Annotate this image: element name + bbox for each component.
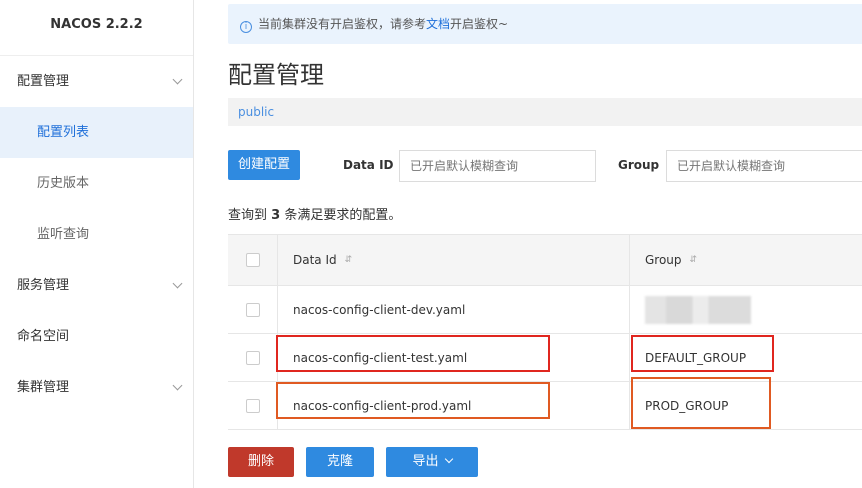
sidebar-item-label: 历史版本 xyxy=(37,176,90,191)
namespace-bar: public xyxy=(228,98,862,126)
header-group[interactable]: Group ⇵ xyxy=(630,235,862,285)
chevron-down-icon xyxy=(172,74,183,84)
namespace-public[interactable]: public xyxy=(238,105,274,119)
dataid-filter-label: Data ID xyxy=(343,158,394,172)
table-header-row: Data Id ⇵ Group ⇵ xyxy=(228,235,862,286)
sidebar-item-label: 命名空间 xyxy=(17,329,70,344)
row-check-cell xyxy=(228,382,278,429)
main-content: i 当前集群没有开启鉴权，请参考文档开启鉴权~ 配置管理 public 创建配置 … xyxy=(194,0,862,488)
result-prefix: 查询到 xyxy=(228,208,268,223)
sidebar-item-config-list[interactable]: 配置列表 xyxy=(0,107,193,158)
row-dataid[interactable]: nacos-config-client-dev.yaml xyxy=(293,303,465,317)
sidebar-item-config-management[interactable]: 配置管理 xyxy=(0,56,193,107)
header-group-label: Group xyxy=(645,253,682,267)
sidebar-item-label: 服务管理 xyxy=(17,278,70,293)
sidebar-item-label: 配置列表 xyxy=(37,125,90,140)
row-dataid[interactable]: nacos-config-client-prod.yaml xyxy=(293,399,471,413)
notice-text: 当前集群没有开启鉴权，请参考 xyxy=(258,17,427,31)
group-search-input[interactable] xyxy=(666,150,862,182)
select-all-checkbox[interactable] xyxy=(245,253,260,267)
chevron-down-icon xyxy=(172,380,183,390)
header-dataid[interactable]: Data Id ⇵ xyxy=(278,235,630,285)
header-check-cell xyxy=(228,235,278,285)
row-check-cell xyxy=(228,334,278,381)
row-group-cell: DEFAULT_GROUP xyxy=(630,334,862,381)
row-checkbox[interactable] xyxy=(245,350,260,365)
sidebar-item-history[interactable]: 历史版本 xyxy=(0,158,193,209)
notice-text-end: 开启鉴权~ xyxy=(450,17,509,31)
auth-notice: i 当前集群没有开启鉴权，请参考文档开启鉴权~ xyxy=(228,4,862,44)
sidebar-item-label: 配置管理 xyxy=(17,74,70,89)
brand-logo: NACOS 2.2.2 xyxy=(0,0,193,56)
row-checkbox[interactable] xyxy=(245,302,260,317)
header-dataid-label: Data Id xyxy=(293,253,337,267)
sort-icon[interactable]: ⇵ xyxy=(345,255,353,265)
row-group-cell xyxy=(630,286,862,333)
export-label: 导出 xyxy=(412,454,439,469)
row-group-cell: PROD_GROUP xyxy=(630,382,862,429)
docs-link[interactable]: 文档 xyxy=(426,17,450,31)
table-row: nacos-config-client-dev.yaml xyxy=(228,286,862,334)
sidebar-item-cluster-management[interactable]: 集群管理 xyxy=(0,362,193,413)
result-summary: 查询到 3 条满足要求的配置。 xyxy=(228,204,401,223)
chevron-down-icon xyxy=(444,454,453,464)
result-count: 3 xyxy=(271,208,281,223)
sort-icon[interactable]: ⇵ xyxy=(690,255,698,265)
obscured-group-value xyxy=(645,295,751,324)
sidebar-item-service-management[interactable]: 服务管理 xyxy=(0,260,193,311)
page-title: 配置管理 xyxy=(228,61,324,89)
delete-button[interactable]: 删除 xyxy=(228,447,294,477)
dataid-search-input[interactable] xyxy=(399,150,596,182)
info-icon: i xyxy=(240,21,252,33)
chevron-down-icon xyxy=(172,278,183,288)
row-dataid[interactable]: nacos-config-client-test.yaml xyxy=(293,351,467,365)
row-dataid-cell: nacos-config-client-dev.yaml xyxy=(278,286,630,333)
sidebar-item-label: 监听查询 xyxy=(37,227,90,242)
sidebar: NACOS 2.2.2 配置管理 配置列表 历史版本 监听查询 服务管理 命名空… xyxy=(0,0,194,488)
config-table: Data Id ⇵ Group ⇵ nacos-config-client-de… xyxy=(228,234,862,430)
row-check-cell xyxy=(228,286,278,333)
row-dataid-cell: nacos-config-client-prod.yaml xyxy=(278,382,630,429)
clone-button[interactable]: 克隆 xyxy=(306,447,374,477)
result-suffix: 条满足要求的配置。 xyxy=(284,208,402,223)
sidebar-item-label: 集群管理 xyxy=(17,380,70,395)
table-row: nacos-config-client-test.yaml DEFAULT_GR… xyxy=(228,334,862,382)
export-button[interactable]: 导出 xyxy=(386,447,478,477)
row-group: DEFAULT_GROUP xyxy=(645,350,747,365)
create-config-button[interactable]: 创建配置 xyxy=(228,150,300,180)
row-dataid-cell: nacos-config-client-test.yaml xyxy=(278,334,630,381)
sidebar-item-listener-query[interactable]: 监听查询 xyxy=(0,209,193,260)
row-group: PROD_GROUP xyxy=(645,398,729,413)
group-filter-label: Group xyxy=(618,158,660,172)
table-row: nacos-config-client-prod.yaml PROD_GROUP xyxy=(228,382,862,430)
sidebar-item-namespace[interactable]: 命名空间 xyxy=(0,311,193,362)
row-checkbox[interactable] xyxy=(245,398,260,413)
